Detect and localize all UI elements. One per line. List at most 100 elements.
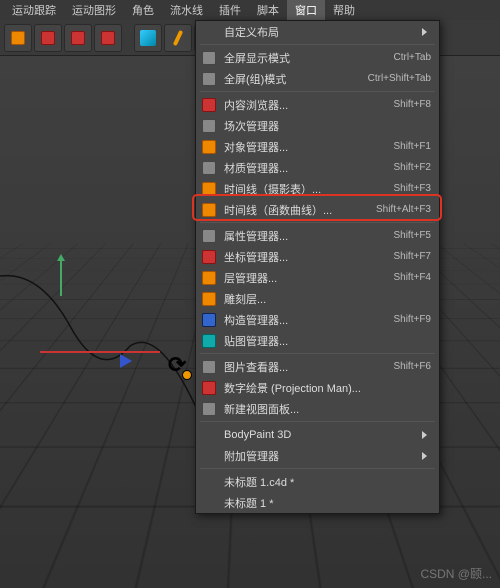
menu-item-3[interactable]: 流水线 [162, 0, 211, 21]
clip-tool-3[interactable] [94, 24, 122, 52]
menu-item-shortcut: Shift+F4 [393, 272, 431, 283]
submenu-arrow-icon [422, 452, 431, 460]
menu-item-icon [202, 334, 216, 348]
menubar: 运动跟踪运动图形角色流水线插件脚本窗口帮助 [0, 0, 500, 20]
menu-item-label: 时间线（摄影表）... [224, 181, 393, 197]
menu-item[interactable]: 贴图管理器... [196, 330, 439, 351]
menu-item-icon [202, 140, 216, 154]
menu-item-shortcut: Shift+F7 [393, 251, 431, 262]
submenu-arrow-icon [422, 431, 431, 439]
menu-item-4[interactable]: 插件 [211, 0, 249, 21]
menu-item[interactable]: 数字绘景 (Projection Man)... [196, 377, 439, 398]
menu-item[interactable]: 未标题 1 * [196, 492, 439, 513]
brush-tool-icon [173, 29, 183, 45]
axis-y[interactable] [60, 256, 62, 296]
clip-tool-1-icon [41, 31, 55, 45]
menu-separator [200, 222, 435, 223]
menu-item[interactable]: 图片查看器...Shift+F6 [196, 356, 439, 377]
watermark: CSDN @颐... [420, 565, 492, 582]
menu-item[interactable]: 坐标管理器...Shift+F7 [196, 246, 439, 267]
menu-item[interactable]: 自定义布局 [196, 21, 439, 42]
menu-item-label: 新建视图面板... [224, 401, 431, 417]
cube-tool[interactable] [4, 24, 32, 52]
menu-item-label: 数字绘景 (Projection Man)... [224, 380, 431, 396]
menu-item[interactable]: 场次管理器 [196, 115, 439, 136]
spline-curve [0, 266, 210, 426]
menu-item[interactable]: 未标题 1.c4d * [196, 471, 439, 492]
menu-item-icon [202, 51, 216, 65]
menu-item-icon [202, 203, 216, 217]
menu-item[interactable]: 层管理器...Shift+F4 [196, 267, 439, 288]
menu-item-icon [202, 292, 216, 306]
menu-item-6[interactable]: 窗口 [287, 0, 325, 21]
clip-tool-2-icon [71, 31, 85, 45]
menu-item-shortcut: Ctrl+Tab [393, 52, 431, 63]
menu-item[interactable]: 内容浏览器...Shift+F8 [196, 94, 439, 115]
menu-item-icon [202, 98, 216, 112]
menu-item-icon [202, 229, 216, 243]
menu-item[interactable]: 全屏(组)模式Ctrl+Shift+Tab [196, 68, 439, 89]
primitive-tool[interactable] [134, 24, 162, 52]
menu-separator [200, 353, 435, 354]
menu-item-label: 构造管理器... [224, 312, 393, 328]
clip-tool-1[interactable] [34, 24, 62, 52]
menu-item-icon [202, 402, 216, 416]
menu-item-icon [202, 313, 216, 327]
menu-separator [200, 44, 435, 45]
axis-z[interactable] [120, 354, 139, 368]
menu-item-label: 雕刻层... [224, 291, 431, 307]
menu-item-icon [202, 381, 216, 395]
handle-knob[interactable] [182, 370, 192, 380]
menu-item-label: 全屏(组)模式 [224, 71, 368, 87]
menu-item-shortcut: Shift+F8 [393, 99, 431, 110]
menu-item-shortcut: Shift+F6 [393, 361, 431, 372]
menu-separator [200, 91, 435, 92]
menu-item-label: 全屏显示模式 [224, 50, 393, 66]
menu-item-label: 时间线（函数曲线）... [224, 202, 376, 218]
menu-item-label: 内容浏览器... [224, 97, 393, 113]
menu-item-icon [202, 182, 216, 196]
menu-item[interactable]: 附加管理器 [196, 445, 439, 466]
menu-separator [200, 421, 435, 422]
clip-tool-2[interactable] [64, 24, 92, 52]
window-menu-dropdown: 自定义布局全屏显示模式Ctrl+Tab全屏(组)模式Ctrl+Shift+Tab… [195, 20, 440, 514]
menu-item-icon [202, 250, 216, 264]
menu-item-label: 未标题 1 * [224, 495, 431, 511]
menu-item-icon [202, 119, 216, 133]
menu-item[interactable]: 雕刻层... [196, 288, 439, 309]
menu-item-shortcut: Ctrl+Shift+Tab [368, 73, 431, 84]
primitive-tool-icon [140, 30, 156, 46]
menu-item[interactable]: 时间线（摄影表）...Shift+F3 [196, 178, 439, 199]
menu-item[interactable]: 全屏显示模式Ctrl+Tab [196, 47, 439, 68]
menu-item[interactable]: 时间线（函数曲线）...Shift+Alt+F3 [196, 199, 439, 220]
brush-tool[interactable] [164, 24, 192, 52]
menu-item-label: 未标题 1.c4d * [224, 474, 431, 490]
clip-tool-3-icon [101, 31, 115, 45]
menu-item-label: 材质管理器... [224, 160, 393, 176]
menu-item[interactable]: 材质管理器...Shift+F2 [196, 157, 439, 178]
menu-item-icon [202, 72, 216, 86]
menu-item-2[interactable]: 角色 [124, 0, 162, 21]
axis-x[interactable] [40, 351, 160, 353]
submenu-arrow-icon [422, 28, 431, 36]
menu-item-0[interactable]: 运动跟踪 [4, 0, 64, 21]
menu-item-5[interactable]: 脚本 [249, 0, 287, 21]
menu-item-label: 坐标管理器... [224, 249, 393, 265]
menu-item-label: 对象管理器... [224, 139, 393, 155]
menu-item[interactable]: 属性管理器...Shift+F5 [196, 225, 439, 246]
menu-item[interactable]: BodyPaint 3D [196, 424, 439, 445]
menu-item-label: 贴图管理器... [224, 333, 431, 349]
menu-item-shortcut: Shift+F1 [393, 141, 431, 152]
menu-item-shortcut: Shift+F3 [393, 183, 431, 194]
cube-tool-icon [11, 31, 25, 45]
menu-item[interactable]: 构造管理器...Shift+F9 [196, 309, 439, 330]
menu-item-label: 图片查看器... [224, 359, 393, 375]
menu-item-shortcut: Shift+Alt+F3 [376, 204, 431, 215]
menu-item-shortcut: Shift+F2 [393, 162, 431, 173]
menu-item[interactable]: 新建视图面板... [196, 398, 439, 419]
menu-item-icon [202, 161, 216, 175]
menu-item-label: 附加管理器 [224, 448, 418, 464]
menu-item-7[interactable]: 帮助 [325, 0, 363, 21]
menu-item-1[interactable]: 运动图形 [64, 0, 124, 21]
menu-item[interactable]: 对象管理器...Shift+F1 [196, 136, 439, 157]
